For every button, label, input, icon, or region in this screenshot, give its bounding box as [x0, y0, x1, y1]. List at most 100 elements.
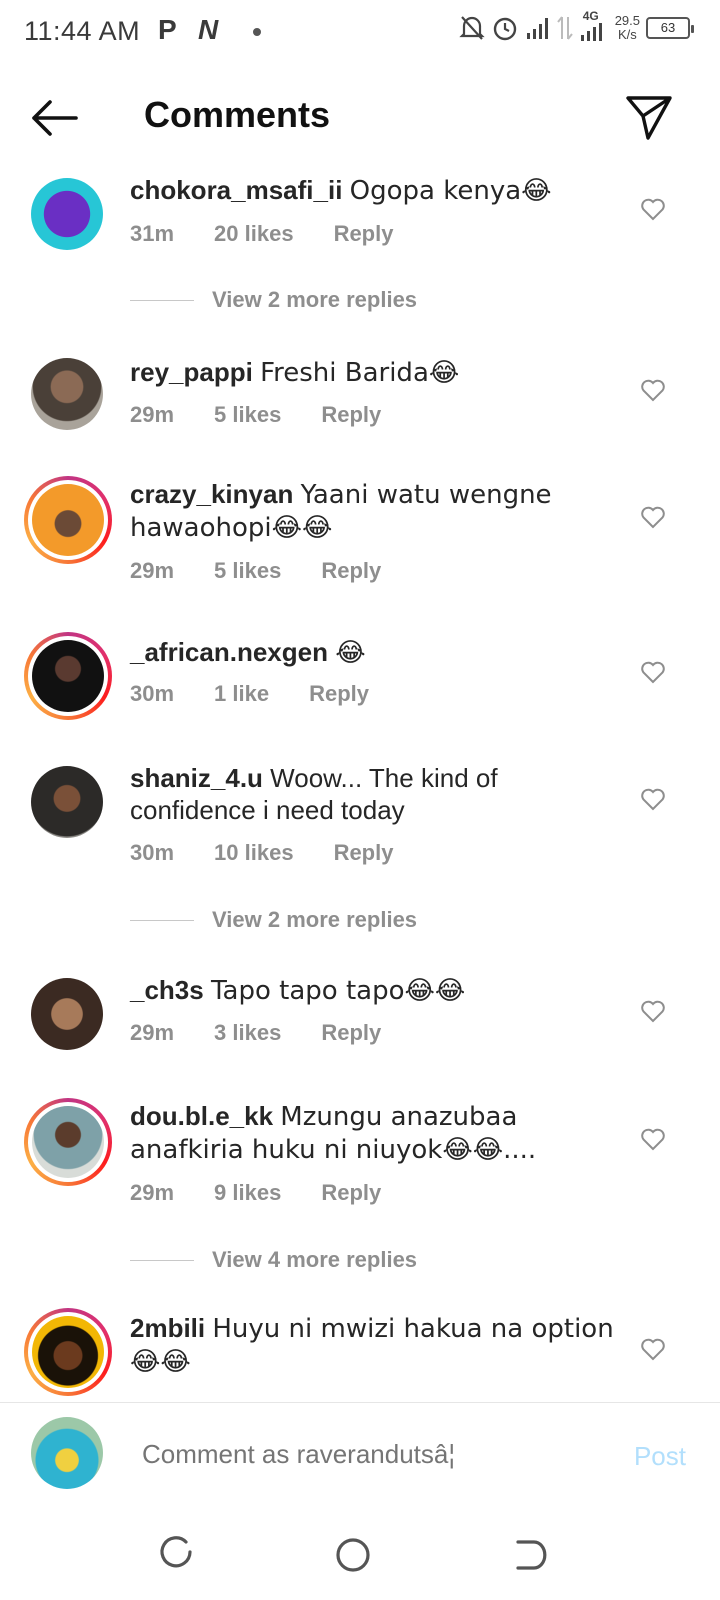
comment-text: chokora_msafi_ii Ogopa kenya😂 [130, 174, 630, 207]
comment-time: 30m [130, 681, 175, 706]
avatar[interactable] [31, 766, 103, 838]
speed-unit: K/s [617, 27, 637, 42]
system-nav-bar [0, 1510, 720, 1600]
comment-composer: Post [0, 1402, 720, 1510]
comment-text: shaniz_4.u Woow... The kind of confidenc… [130, 762, 630, 826]
comment-meta: 29m 5 likes Reply [130, 558, 421, 584]
view-more-replies[interactable]: View 2 more replies [130, 285, 530, 315]
like-heart-icon[interactable] [640, 1336, 666, 1362]
like-heart-icon[interactable] [640, 998, 666, 1024]
like-heart-icon[interactable] [640, 1126, 666, 1152]
comment-time: 29m [130, 402, 175, 427]
back-arrow-icon[interactable] [26, 94, 82, 142]
comment-meta: 30m 1 like Reply [130, 681, 409, 707]
comment-username[interactable]: rey_pappi [130, 357, 253, 387]
alarm-icon [493, 17, 516, 41]
comment-username[interactable]: _ch3s [130, 975, 204, 1005]
story-ring[interactable] [24, 632, 112, 720]
battery-level: 63 [660, 20, 676, 35]
avatar[interactable] [31, 978, 103, 1050]
comment-likes[interactable]: 3 likes [214, 1020, 281, 1046]
reply-button[interactable]: Reply [321, 558, 381, 584]
avatar[interactable] [32, 640, 104, 712]
reply-button[interactable]: Reply [321, 402, 381, 428]
post-button[interactable]: Post [634, 1441, 686, 1472]
comment-time: 31m [130, 221, 175, 246]
comment-text: dou.bl.e_kk Mzungu anazubaa anafkiria hu… [130, 1100, 630, 1166]
app-notification-icon-n: N [198, 14, 219, 45]
comment-likes[interactable]: 5 likes [214, 558, 281, 584]
comment-username[interactable]: _african.nexgen [130, 637, 328, 667]
comment-body: Freshi Barida😂 [260, 358, 460, 388]
comment-username[interactable]: chokora_msafi_ii [130, 175, 342, 205]
share-send-icon[interactable] [624, 92, 674, 142]
comment-meta: 29m 3 likes Reply [130, 1020, 421, 1046]
comment-text: rey_pappi Freshi Barida😂 [130, 356, 630, 389]
mute-bell-icon [459, 16, 485, 40]
status-time: 11:44 AM [24, 16, 141, 46]
comment-likes[interactable]: 20 likes [214, 221, 294, 247]
speed-value: 29.5 [614, 13, 640, 28]
story-ring[interactable] [24, 1098, 112, 1186]
avatar[interactable] [32, 484, 104, 556]
back-nav-icon[interactable] [506, 1532, 552, 1578]
reply-button[interactable]: Reply [321, 1180, 381, 1206]
reply-button[interactable]: Reply [334, 221, 394, 247]
comment-text: crazy_kinyan Yaani watu wengne hawaohopi… [130, 478, 630, 544]
user-avatar [31, 1417, 103, 1489]
page-title: Comments [144, 94, 331, 135]
comments-list[interactable]: chokora_msafi_ii Ogopa kenya😂 31m 20 lik… [0, 166, 720, 1402]
view-more-replies[interactable]: View 4 more replies [130, 1245, 530, 1275]
more-notifications-dot [253, 28, 261, 36]
comment-time: 29m [130, 558, 175, 583]
comment-text: 2mbili Huyu ni mwizi hakua na option 😂😂 [130, 1312, 630, 1378]
comment-meta: 31m 20 likes Reply [130, 221, 433, 247]
comment-username[interactable]: 2mbili [130, 1313, 205, 1343]
view-replies-label[interactable]: View 2 more replies [212, 287, 417, 313]
comment-text: _ch3s Tapo tapo tapo😂😂 [130, 974, 630, 1007]
app-notification-icon-p: P [158, 14, 177, 45]
comment-likes[interactable]: 5 likes [214, 402, 281, 428]
avatar[interactable] [32, 1106, 104, 1178]
data-transfer-icon [556, 16, 573, 40]
home-icon[interactable] [330, 1532, 376, 1578]
reply-button[interactable]: Reply [334, 840, 394, 866]
like-heart-icon[interactable] [640, 196, 666, 222]
like-heart-icon[interactable] [640, 786, 666, 812]
network-speed: 29.5 K/s [615, 14, 640, 42]
like-heart-icon[interactable] [640, 504, 666, 530]
avatar[interactable] [32, 1316, 104, 1388]
status-bar: 11:44 AM P N 4G 29.5 K/s 63 [0, 0, 720, 66]
recent-apps-icon[interactable] [154, 1532, 200, 1578]
story-ring[interactable] [24, 476, 112, 564]
comment-time: 29m [130, 1180, 175, 1205]
comment-likes[interactable]: 9 likes [214, 1180, 281, 1206]
comment-username[interactable]: dou.bl.e_kk [130, 1101, 273, 1131]
comment-time: 29m [130, 1020, 175, 1045]
avatar[interactable] [31, 358, 103, 430]
signal-4g-icon: 4G [579, 9, 609, 41]
view-replies-label[interactable]: View 4 more replies [212, 1247, 417, 1273]
comment-text: _african.nexgen 😂 [130, 636, 630, 669]
comments-header: Comments [0, 66, 720, 166]
battery-icon: 63 [646, 17, 694, 39]
comment-input[interactable] [142, 1439, 582, 1470]
replies-divider [130, 919, 194, 921]
like-heart-icon[interactable] [640, 659, 666, 685]
reply-button[interactable]: Reply [321, 1020, 381, 1046]
comment-username[interactable]: shaniz_4.u [130, 763, 263, 793]
reply-button[interactable]: Reply [309, 681, 369, 707]
comment-likes[interactable]: 1 like [214, 681, 269, 707]
comment-likes[interactable]: 10 likes [214, 840, 294, 866]
comment-meta: 29m 5 likes Reply [130, 402, 421, 428]
comment-username[interactable]: crazy_kinyan [130, 479, 293, 509]
view-replies-label[interactable]: View 2 more replies [212, 907, 417, 933]
story-ring[interactable] [24, 1308, 112, 1396]
comment-body: Tapo tapo tapo😂😂 [210, 976, 466, 1006]
replies-divider [130, 1259, 194, 1261]
view-more-replies[interactable]: View 2 more replies [130, 905, 530, 935]
like-heart-icon[interactable] [640, 377, 666, 403]
comment-time: 30m [130, 840, 175, 865]
avatar[interactable] [31, 178, 103, 250]
comment-meta: 29m 9 likes Reply [130, 1180, 421, 1206]
